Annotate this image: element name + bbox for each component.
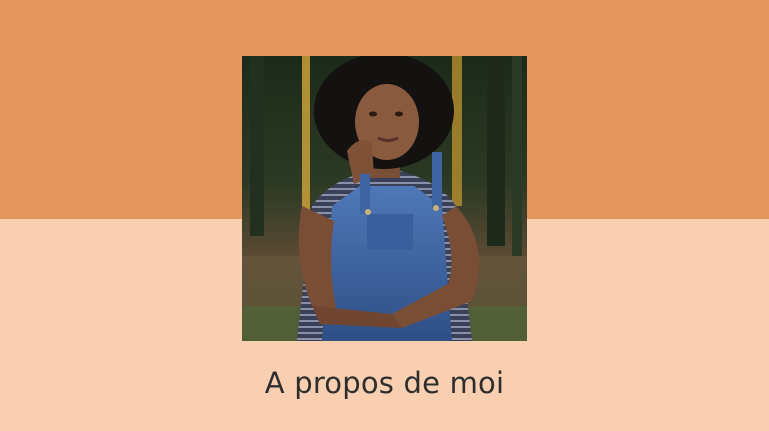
profile-photo — [242, 56, 527, 341]
about-section-title: A propos de moi — [264, 366, 505, 400]
